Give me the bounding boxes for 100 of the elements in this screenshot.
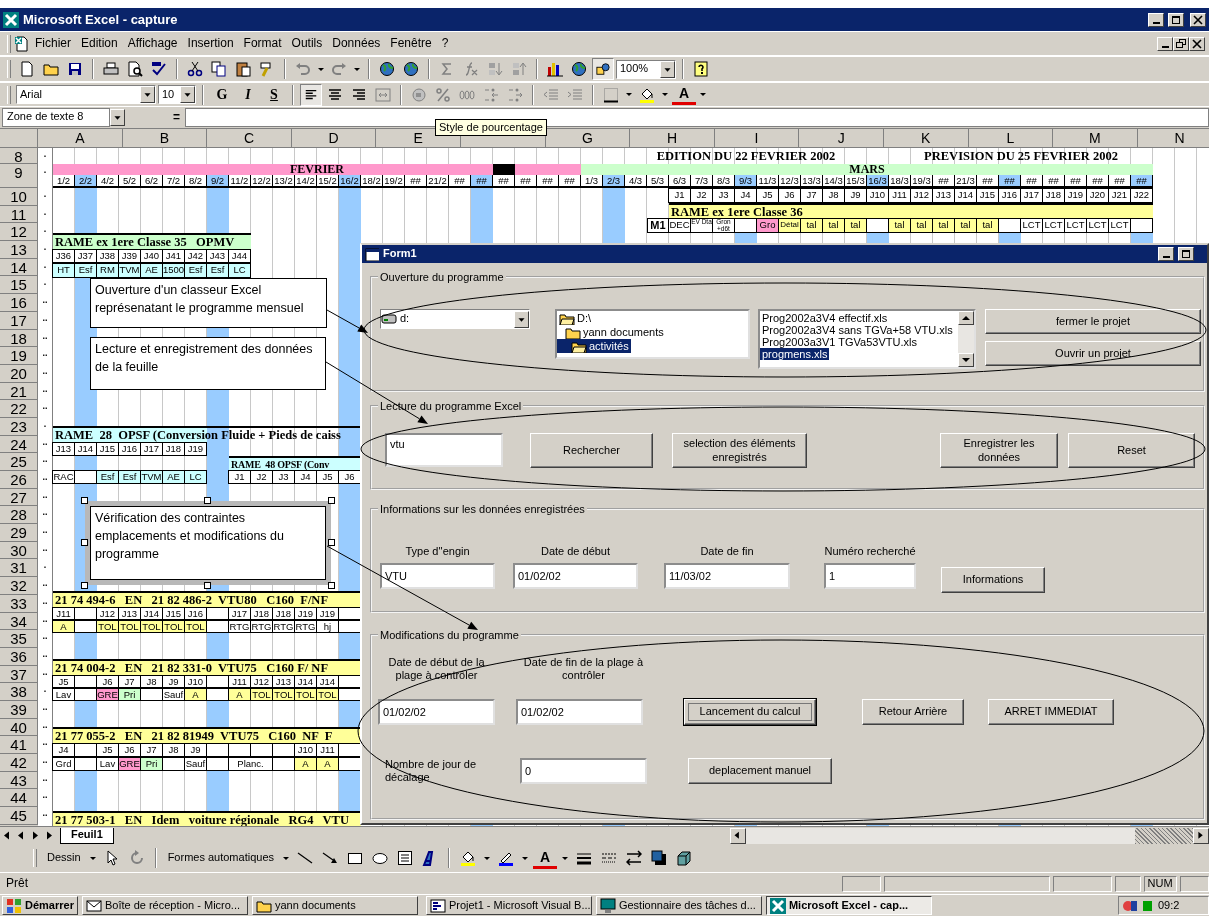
outline-mark[interactable]: .. — [38, 329, 52, 348]
outline-mark[interactable]: .. — [38, 364, 52, 383]
resize-handle[interactable] — [204, 497, 211, 504]
file-item[interactable]: Prog2002a3V4 sans TGVa+58 VTU.xls — [760, 324, 955, 336]
text-field[interactable]: 01/02/02 — [516, 699, 643, 725]
scroll-down-icon[interactable] — [958, 353, 974, 367]
outline-mark[interactable]: .. — [38, 718, 52, 737]
restore-button[interactable] — [1173, 36, 1189, 51]
outline-mark[interactable]: .. — [38, 807, 52, 825]
drive-dropdown[interactable]: d: — [380, 309, 530, 329]
resize-handle[interactable] — [81, 582, 88, 589]
outline-mark[interactable]: .. — [38, 789, 52, 808]
resize-handle[interactable] — [328, 582, 335, 589]
sheet-tab[interactable]: Feuil1 — [60, 827, 114, 844]
menu-item[interactable]: Insertion — [182, 34, 239, 53]
form-button[interactable]: Retour Arrière — [862, 699, 964, 725]
taskbar-button[interactable]: Projet1 - Microsoft Visual B... — [425, 896, 592, 915]
text-field[interactable]: 1 — [824, 563, 916, 590]
caret-icon[interactable] — [354, 67, 360, 71]
menu-item[interactable]: Affichage — [122, 34, 183, 53]
outline-mark[interactable]: .. — [38, 400, 52, 418]
outline-mark[interactable]: .. — [38, 524, 52, 542]
scroll-left-icon[interactable] — [730, 827, 746, 844]
caret-icon[interactable] — [283, 856, 289, 860]
outline-mark[interactable]: .. — [38, 700, 52, 719]
horizontal-scrollbar[interactable] — [730, 827, 1209, 844]
outline-mark[interactable]: .. — [38, 754, 52, 772]
form-button[interactable]: Rechercher — [530, 433, 653, 468]
folder-item[interactable]: activités — [557, 339, 631, 353]
font-size-dropdown[interactable]: 10 — [158, 85, 196, 104]
italic-button[interactable]: I — [236, 83, 260, 106]
menu-item[interactable]: Format — [238, 34, 287, 53]
drawing-shapes-icon[interactable] — [592, 58, 614, 80]
file-item[interactable]: Prog2003a3V1 TGVa53VTU.xls — [760, 336, 919, 348]
resize-handle[interactable] — [328, 539, 335, 546]
text-field[interactable]: VTU — [380, 563, 495, 590]
outline-mark[interactable]: .. — [38, 311, 52, 330]
caret-icon[interactable] — [562, 856, 568, 860]
resize-handle[interactable] — [204, 582, 211, 589]
scroll-right-icon[interactable] — [1193, 827, 1209, 844]
font-dropdown[interactable]: Arial — [16, 85, 156, 104]
outline-mark[interactable]: . — [38, 164, 52, 188]
caret-icon[interactable] — [662, 93, 668, 96]
outline-mark[interactable]: . — [38, 258, 52, 277]
outline-mark[interactable]: .. — [38, 577, 52, 595]
minimize-button[interactable] — [1157, 36, 1173, 51]
close-button[interactable] — [1190, 12, 1206, 27]
outline-mark[interactable]: . — [38, 148, 52, 164]
outline-mark[interactable]: .. — [38, 453, 52, 471]
zoom-dropdown[interactable]: 100% — [616, 59, 676, 79]
folder-item[interactable]: D:\ — [557, 311, 594, 325]
text-field[interactable]: 01/02/02 — [378, 699, 495, 725]
file-list[interactable]: Prog2002a3V4 effectif.xls Prog2002a3V4 sans TGVa+58 VTU.xls Prog2003a3V1 TGVa53VTU.xls progmens.xls — [758, 309, 976, 369]
draw-menu[interactable]: Dessin — [43, 851, 85, 865]
taskbar-button[interactable]: yann documents — [251, 896, 418, 915]
outline-mark[interactable]: .. — [38, 630, 52, 648]
search-field[interactable]: vtu — [385, 433, 503, 467]
menu-item[interactable]: Outils — [286, 34, 328, 53]
taskbar-button[interactable]: Gestionnaire des tâches d... — [595, 896, 762, 915]
maximize-button[interactable] — [1168, 12, 1184, 27]
outline-mark[interactable]: .. — [38, 506, 52, 525]
folder-item[interactable]: yann documents — [557, 325, 666, 339]
minimize-button[interactable] — [1158, 247, 1174, 261]
form-button[interactable]: selection des éléments enregistrés — [672, 433, 807, 468]
callout-box[interactable]: Ouverture d'un classeur Excel représenatant le programme mensuel — [90, 278, 327, 328]
outline-mark[interactable]: . — [38, 241, 52, 259]
caret-icon[interactable] — [700, 93, 706, 96]
caret-icon[interactable] — [626, 93, 632, 96]
autoshapes-menu[interactable]: Formes automatiques — [163, 851, 278, 865]
outline-mark[interactable]: .. — [38, 665, 52, 684]
bold-button[interactable]: G — [210, 83, 234, 106]
outline-mark[interactable]: .. — [38, 347, 52, 365]
outline-mark[interactable]: .. — [38, 471, 52, 489]
caret-icon[interactable] — [522, 856, 528, 860]
caret-icon[interactable] — [318, 67, 324, 71]
menu-item[interactable]: Edition — [76, 34, 123, 53]
menu-item[interactable]: ? — [436, 34, 454, 53]
name-box[interactable]: Zone de texte 8 — [2, 108, 110, 127]
form-button[interactable]: Lancement du calcul — [684, 699, 816, 725]
resize-handle[interactable] — [81, 539, 88, 546]
scrollbar[interactable] — [958, 311, 974, 367]
outline-mark[interactable]: . — [38, 223, 52, 242]
outline-mark[interactable]: .. — [38, 647, 52, 666]
close-button[interactable] — [1189, 36, 1205, 51]
outline-mark[interactable]: . — [38, 417, 52, 436]
outline-mark[interactable]: . — [38, 276, 52, 295]
outline-mark[interactable]: .. — [38, 736, 52, 754]
caret-icon[interactable] — [89, 856, 96, 860]
form-button[interactable]: ARRET IMMEDIAT — [988, 699, 1114, 725]
folder-list[interactable]: D:\ yann documents activités — [555, 309, 750, 359]
outline-mark[interactable]: .. — [38, 541, 52, 560]
file-item[interactable]: Prog2002a3V4 effectif.xls — [760, 312, 890, 324]
minimize-button[interactable] — [1148, 12, 1164, 27]
text-field[interactable]: 11/03/02 — [664, 563, 790, 590]
outline-mark[interactable]: .. — [38, 594, 52, 613]
font-color-button[interactable]: A — [533, 847, 557, 869]
scroll-up-icon[interactable] — [958, 311, 974, 325]
maximize-button[interactable] — [1178, 247, 1194, 261]
form-button[interactable]: Reset — [1068, 433, 1195, 468]
caret-icon[interactable] — [484, 856, 490, 860]
